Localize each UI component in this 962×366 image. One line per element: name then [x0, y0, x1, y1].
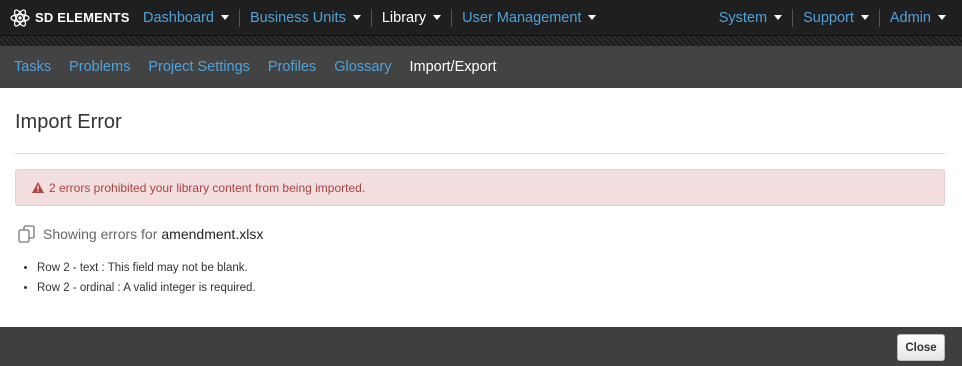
- tab-project-settings[interactable]: Project Settings: [139, 59, 259, 75]
- filename: amendment.xlsx: [161, 226, 264, 242]
- tab-tasks[interactable]: Tasks: [5, 59, 60, 75]
- brand-logo[interactable]: SD ELEMENTS: [10, 0, 130, 35]
- tab-problems[interactable]: Problems: [60, 59, 139, 75]
- brand-name: SD ELEMENTS: [35, 10, 130, 25]
- nav-label: System: [718, 9, 768, 26]
- alert-text: 2 errors prohibited your library content…: [49, 180, 366, 195]
- caret-down-icon: [220, 15, 229, 20]
- main-nav: Dashboard Business Units Library User Ma…: [133, 0, 606, 35]
- nav-business-units[interactable]: Business Units: [240, 0, 371, 35]
- nav-label: Admin: [889, 9, 931, 26]
- warning-icon: [32, 182, 44, 193]
- close-button[interactable]: Close: [897, 334, 945, 361]
- caret-down-icon: [938, 15, 946, 20]
- showing-label: Showing errors for: [43, 226, 158, 242]
- sd-elements-logo-icon: [10, 8, 30, 27]
- divider: [15, 153, 945, 154]
- top-navbar: SD ELEMENTS Dashboard Business Units Lib…: [0, 0, 962, 36]
- nav-user-management[interactable]: User Management: [452, 0, 606, 35]
- nav-label: Library: [381, 9, 427, 26]
- caret-down-icon: [588, 15, 597, 20]
- modal-title: Import Error: [15, 111, 122, 133]
- tab-profiles[interactable]: Profiles: [259, 59, 325, 75]
- copy-icon: [17, 225, 37, 243]
- caret-down-icon: [433, 15, 442, 20]
- showing-errors-line: Showing errors for amendment.xlsx: [17, 225, 263, 243]
- sub-navbar: Tasks Problems Project Settings Profiles…: [0, 46, 962, 88]
- nav-label: Business Units: [249, 9, 346, 26]
- tab-import-export[interactable]: Import/Export: [400, 59, 505, 75]
- caret-down-icon: [352, 15, 361, 20]
- nav-label: Dashboard: [143, 9, 214, 26]
- nav-library[interactable]: Library: [372, 0, 451, 35]
- nav-admin[interactable]: Admin: [880, 0, 956, 35]
- list-item: Row 2 - ordinal : A valid integer is req…: [37, 282, 256, 294]
- error-alert: 2 errors prohibited your library content…: [15, 169, 945, 206]
- list-item: Row 2 - text : This field may not be bla…: [37, 262, 256, 274]
- nav-system[interactable]: System: [709, 0, 792, 35]
- stripe-divider: [0, 36, 962, 46]
- nav-label: Support: [803, 9, 854, 26]
- import-error-modal: Import Error 2 errors prohibited your li…: [0, 88, 962, 327]
- caret-down-icon: [774, 15, 783, 20]
- modal-footer: Close: [0, 327, 962, 366]
- error-list: Row 2 - text : This field may not be bla…: [22, 262, 256, 302]
- tab-glossary[interactable]: Glossary: [325, 59, 400, 75]
- nav-dashboard[interactable]: Dashboard: [133, 0, 239, 35]
- caret-down-icon: [860, 15, 869, 20]
- nav-label: User Management: [462, 9, 582, 26]
- nav-support[interactable]: Support: [793, 0, 879, 35]
- utility-nav: System Support Admin: [709, 0, 956, 35]
